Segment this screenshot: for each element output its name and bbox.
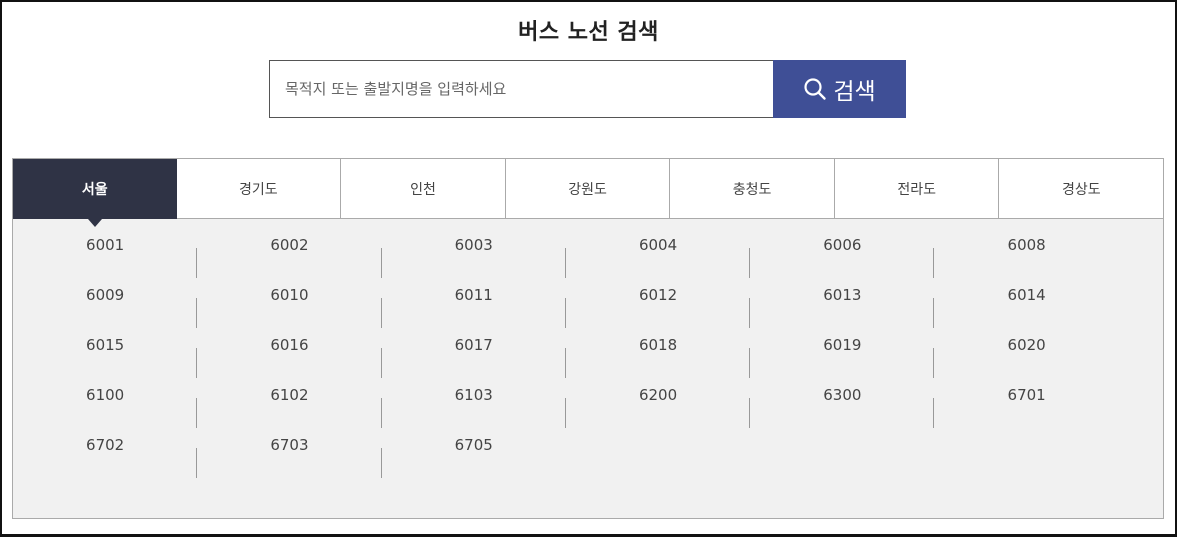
route-number: 6300 <box>823 386 862 404</box>
route-item[interactable]: 6200 <box>566 383 751 433</box>
route-number: 6014 <box>1007 286 1046 304</box>
route-number: 6018 <box>638 336 678 354</box>
route-number: 6701 <box>1007 386 1046 404</box>
route-item[interactable]: 6016 <box>197 333 382 383</box>
region-tabs: 서울 경기도 인천 강원도 충청도 전라도 경상도 <box>13 159 1164 227</box>
route-item[interactable]: 6017 <box>382 333 567 383</box>
route-item[interactable]: 6703 <box>197 433 382 483</box>
tab-gangwon[interactable]: 강원도 <box>505 159 671 218</box>
tab-seoul[interactable]: 서울 <box>13 159 177 227</box>
route-item[interactable]: 6103 <box>382 383 567 433</box>
route-number: 6002 <box>270 236 309 254</box>
route-number: 6008 <box>1007 236 1046 254</box>
tab-chungcheong[interactable]: 충청도 <box>670 159 835 218</box>
route-item[interactable]: 6004 <box>566 233 751 283</box>
search-icon <box>803 77 827 101</box>
route-item[interactable]: 6001 <box>13 233 198 283</box>
route-number: 6003 <box>454 236 493 254</box>
route-number: 6009 <box>86 286 125 304</box>
route-list: 6001 6002 6003 6004 6006 6008 6009 6010 … <box>13 233 1163 483</box>
search-button-label: 검색 <box>833 79 876 105</box>
route-number: 6001 <box>86 236 125 254</box>
route-number: 6017 <box>454 336 493 354</box>
route-number: 6020 <box>1007 336 1046 354</box>
search-button[interactable]: 검색 <box>773 60 906 118</box>
route-number: 6103 <box>454 386 493 404</box>
route-item[interactable]: 6008 <box>934 233 1118 283</box>
route-number: 6011 <box>454 286 493 304</box>
route-item[interactable]: 6701 <box>934 383 1118 433</box>
route-number: 6016 <box>270 336 309 354</box>
tab-label: 서울 <box>81 182 108 198</box>
route-number: 6015 <box>86 336 125 354</box>
page-title: 버스 노선 검색 <box>518 20 659 45</box>
route-item[interactable]: 6019 <box>750 333 935 383</box>
tab-label: 경상도 <box>1061 181 1101 198</box>
route-number: 6010 <box>270 286 309 304</box>
search-input[interactable] <box>269 60 774 118</box>
route-number: 6019 <box>823 336 862 354</box>
tab-gyeongsang[interactable]: 경상도 <box>999 159 1164 218</box>
tab-label: 전라도 <box>897 181 936 198</box>
route-item[interactable]: 6011 <box>382 283 567 333</box>
route-number: 6200 <box>638 386 678 404</box>
route-number: 6012 <box>638 286 678 304</box>
route-number: 6004 <box>638 236 678 254</box>
tab-jeolla[interactable]: 전라도 <box>834 159 1000 218</box>
route-item[interactable]: 6705 <box>382 433 566 483</box>
route-number: 6705 <box>454 436 493 454</box>
tab-gyeonggi[interactable]: 경기도 <box>176 159 342 218</box>
bus-route-search-widget: 버스 노선 검색 검색 서울 경기도 인천 강원도 충청도 전라도 경상도 60… <box>0 0 1177 537</box>
tab-label: 강원도 <box>568 181 607 198</box>
tab-label: 충청도 <box>732 181 772 198</box>
route-item[interactable]: 6018 <box>566 333 751 383</box>
route-item[interactable]: 6010 <box>197 283 382 333</box>
tab-label: 경기도 <box>239 181 278 198</box>
route-item[interactable]: 6002 <box>197 233 382 283</box>
route-item[interactable]: 6020 <box>934 333 1118 383</box>
region-route-panel: 서울 경기도 인천 강원도 충청도 전라도 경상도 6001 6002 6003… <box>12 158 1164 519</box>
route-item[interactable]: 6015 <box>13 333 198 383</box>
route-number: 6006 <box>823 236 862 254</box>
route-number: 6102 <box>270 386 309 404</box>
route-item[interactable]: 6702 <box>13 433 198 483</box>
route-item[interactable]: 6006 <box>750 233 935 283</box>
route-number: 6100 <box>86 386 125 404</box>
route-item[interactable]: 6300 <box>750 383 935 433</box>
route-item[interactable]: 6014 <box>934 283 1118 333</box>
route-item[interactable]: 6003 <box>382 233 567 283</box>
tab-label: 인천 <box>410 181 436 198</box>
route-number: 6703 <box>270 436 309 454</box>
route-item[interactable]: 6102 <box>197 383 382 433</box>
route-number: 6702 <box>86 436 125 454</box>
route-item[interactable]: 6013 <box>750 283 935 333</box>
route-item[interactable]: 6012 <box>566 283 751 333</box>
route-item[interactable]: 6100 <box>13 383 198 433</box>
route-item[interactable]: 6009 <box>13 283 198 333</box>
search-bar: 검색 <box>269 60 906 118</box>
route-number: 6013 <box>823 286 862 304</box>
tab-incheon[interactable]: 인천 <box>341 159 506 218</box>
